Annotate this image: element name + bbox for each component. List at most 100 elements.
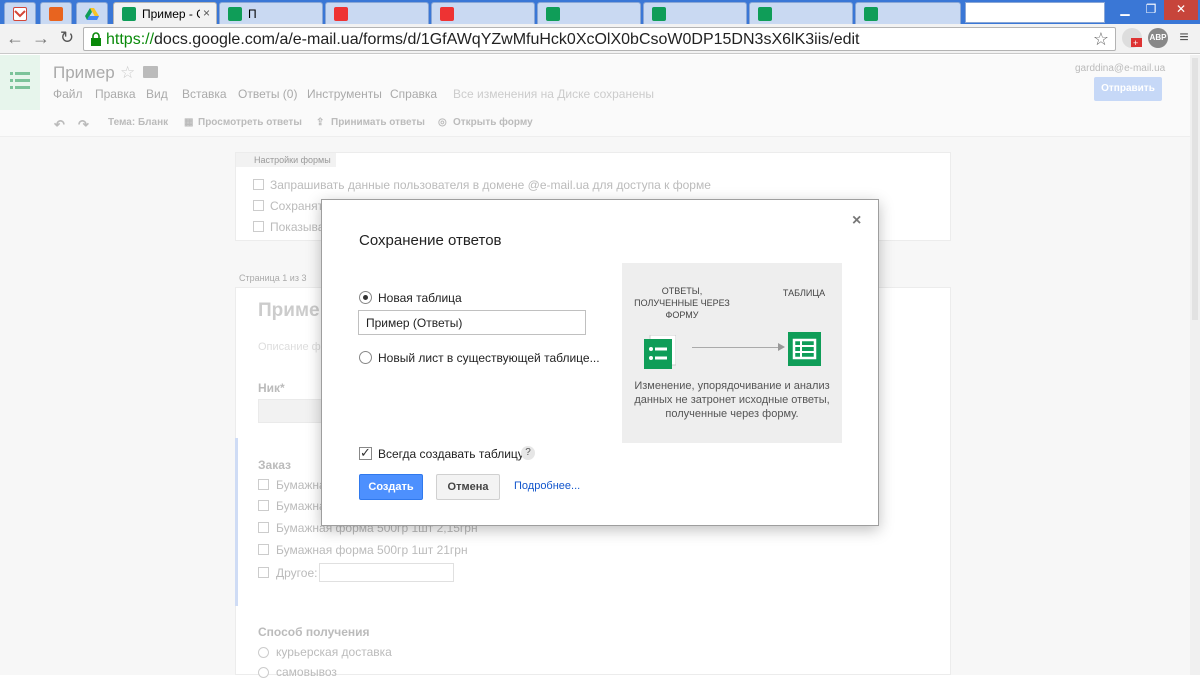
forms-icon (228, 7, 242, 21)
menu-file[interactable]: Файл (53, 87, 83, 101)
settings-checkbox[interactable] (253, 179, 264, 190)
edit-toolbar: ↶ ↷ Тема: Бланк ▦ Просмотреть ответы ⇪ П… (0, 110, 1200, 137)
create-button[interactable]: Создать (359, 474, 423, 500)
tab-sheet-3[interactable] (749, 2, 853, 24)
back-icon[interactable]: ← (5, 28, 25, 48)
menu-insert[interactable]: Вставка (182, 87, 227, 101)
settings-option: Запрашивать данные пользователя в домене… (270, 178, 711, 192)
order-checkbox[interactable] (258, 544, 269, 555)
order-checkbox[interactable] (258, 567, 269, 578)
delivery-option: курьерская доставка (276, 645, 392, 659)
order-checkbox[interactable] (258, 522, 269, 533)
dialog-title: Сохранение ответов (359, 232, 502, 249)
forward-icon[interactable]: → (31, 28, 51, 48)
nick-input[interactable] (258, 399, 324, 423)
accept-responses-button[interactable]: Принимать ответы (331, 117, 425, 128)
existing-table-label[interactable]: Новый лист в существующей таблице... (378, 351, 600, 365)
bookmark-star-icon[interactable]: ☆ (1093, 29, 1109, 50)
order-option: Бумажна (276, 478, 326, 492)
menu-help[interactable]: Справка (390, 87, 437, 101)
close-tab-icon[interactable]: × (203, 6, 210, 20)
minimize-icon[interactable]: ▁ (1112, 0, 1138, 20)
order-checkbox[interactable] (258, 500, 269, 511)
order-option-other: Другое: (276, 566, 318, 580)
url-text: https://docs.google.com/a/e-mail.ua/form… (106, 31, 859, 49)
delivery-radio[interactable] (258, 647, 269, 658)
tab-red-2[interactable] (431, 2, 535, 24)
tab-sheet-1[interactable] (537, 2, 641, 24)
scrollbar-thumb[interactable] (1192, 58, 1198, 320)
delivery-option: самовывоз (276, 665, 337, 679)
theme-button[interactable]: Тема: Бланк (108, 117, 168, 128)
tab-forms-2[interactable]: П (219, 2, 323, 24)
address-bar[interactable]: https://docs.google.com/a/e-mail.ua/form… (83, 27, 1116, 51)
browser-tab-strip: Пример - Go × П ▁ ❐ ✕ (0, 0, 1200, 25)
form-description[interactable]: Описание ф (258, 341, 321, 353)
open-form-icon: ◎ (438, 117, 447, 128)
spreadsheet-icon (788, 332, 821, 366)
tab-sheet-4[interactable] (855, 2, 961, 24)
tab-gmail[interactable] (4, 2, 36, 24)
order-option: Бумажная форма 500гр 1шт 21грн (276, 543, 468, 557)
help-icon[interactable]: ? (521, 446, 535, 460)
document-title[interactable]: Пример (53, 63, 115, 83)
sheets-icon (864, 7, 878, 21)
selected-question-bar (235, 438, 238, 606)
tab-sheet-2[interactable] (643, 2, 747, 24)
save-responses-dialog: × Сохранение ответов Новая таблица Новый… (321, 199, 879, 526)
tab-forms-active[interactable]: Пример - Go × (113, 2, 217, 25)
settings-option: Сохранят (270, 199, 324, 213)
settings-checkbox[interactable] (253, 200, 264, 211)
always-create-checkbox[interactable] (359, 445, 372, 461)
account-email[interactable]: garddina@e-mail.ua (1075, 63, 1165, 74)
menu-responses[interactable]: Ответы (0) (238, 87, 297, 101)
menu-view[interactable]: Вид (146, 87, 168, 101)
menu-edit[interactable]: Правка (95, 87, 136, 101)
grid-icon: ▦ (184, 117, 194, 128)
undo-icon[interactable]: ↶ (54, 117, 65, 133)
other-input[interactable] (319, 563, 454, 582)
pdf-icon (440, 7, 454, 21)
sheets-icon (652, 7, 666, 21)
open-form-button[interactable]: Открыть форму (453, 117, 533, 128)
forms-home-icon[interactable] (0, 55, 40, 110)
folder-icon[interactable] (143, 66, 158, 78)
question-delivery: Способ получения (258, 625, 370, 639)
cancel-button[interactable]: Отмена (436, 474, 500, 500)
illus-left-label: ОТВЕТЫ, ПОЛУЧЕННЫЕ ЧЕРЕЗ ФОРМУ (634, 286, 730, 320)
redo-icon[interactable]: ↷ (78, 117, 89, 133)
always-create-label[interactable]: Всегда создавать таблицу (378, 447, 524, 461)
extension-icon[interactable]: + (1122, 28, 1142, 48)
adblock-icon[interactable]: ABP (1148, 28, 1168, 48)
restore-icon[interactable]: ❐ (1138, 0, 1164, 20)
accept-icon: ⇪ (316, 117, 325, 128)
send-form-button[interactable]: Отправить (1094, 77, 1162, 101)
reload-icon[interactable]: ↻ (57, 28, 77, 48)
url-scheme: https:// (106, 31, 155, 48)
existing-table-radio[interactable] (359, 351, 372, 364)
sheets-icon (546, 7, 560, 21)
star-icon[interactable]: ☆ (120, 63, 135, 83)
view-responses-button[interactable]: Просмотреть ответы (198, 117, 302, 128)
form-settings-header[interactable]: Настройки формы (236, 153, 336, 167)
form-responses-icon (644, 334, 677, 369)
order-checkbox[interactable] (258, 479, 269, 490)
delivery-radio[interactable] (258, 667, 269, 678)
page-indicator: Страница 1 из 3 (239, 273, 307, 283)
menu-icon[interactable]: ≡ (1174, 28, 1194, 48)
gmail-icon (13, 7, 27, 21)
settings-checkbox[interactable] (253, 221, 264, 232)
close-window-icon[interactable]: ✕ (1164, 0, 1198, 20)
new-table-radio[interactable] (359, 291, 372, 304)
tab-red-1[interactable] (325, 2, 429, 24)
learn-more-link[interactable]: Подробнее... (514, 480, 580, 492)
new-tab-button[interactable] (965, 2, 1105, 23)
close-dialog-icon[interactable]: × (852, 212, 861, 230)
settings-option: Показыва (270, 220, 325, 234)
tab-drive[interactable] (76, 2, 108, 24)
form-title[interactable]: Приме (258, 300, 320, 322)
menu-tools[interactable]: Инструменты (307, 87, 382, 101)
table-name-input[interactable] (358, 310, 586, 335)
tab-orange-app[interactable] (40, 2, 72, 24)
new-table-label[interactable]: Новая таблица (378, 291, 462, 305)
